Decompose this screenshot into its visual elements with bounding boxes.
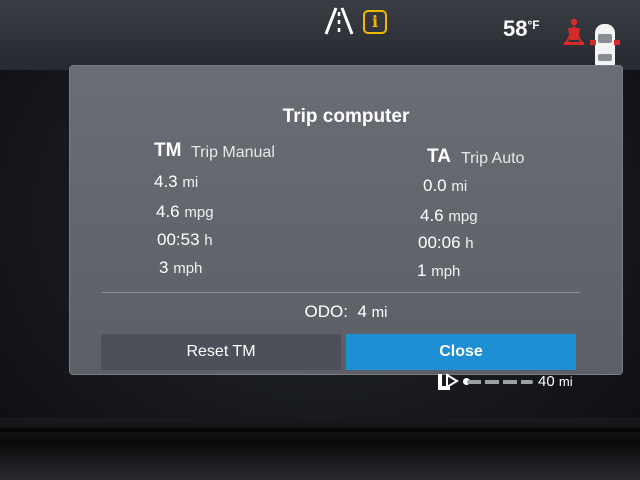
tm-distance-value: 4.3 <box>154 172 178 191</box>
nav-range-indicator: 40 mi <box>437 370 587 392</box>
ta-time-value: 00:06 <box>418 233 461 252</box>
reset-tm-button[interactable]: Reset TM <box>101 334 341 370</box>
range-text: 40 mi <box>538 373 573 390</box>
trip-auto-code: TA <box>427 146 451 167</box>
outside-temperature: 58°F <box>503 16 540 42</box>
tm-distance: 4.3 mi <box>154 172 198 192</box>
tm-time-unit: h <box>204 232 213 249</box>
tm-speed: 3 mph <box>159 258 202 278</box>
temperature-value: 58 <box>503 16 528 41</box>
range-bar <box>467 380 533 384</box>
odometer-value: 4 <box>357 302 367 321</box>
top-bezel <box>0 0 640 70</box>
tm-speed-unit: mph <box>173 260 203 277</box>
nav-route-icon <box>438 373 459 390</box>
odometer-unit: mi <box>371 304 388 321</box>
lane-assist-icon <box>324 7 354 35</box>
ta-distance: 0.0 mi <box>423 176 467 196</box>
dialog-title: Trip computer <box>282 106 410 127</box>
ta-time: 00:06 h <box>418 233 474 253</box>
tm-distance-unit: mi <box>182 174 199 191</box>
trip-auto-name: Trip Auto <box>461 150 525 167</box>
ta-distance-value: 0.0 <box>423 176 447 195</box>
odometer: ODO: 4 mi <box>70 302 622 322</box>
close-button[interactable]: Close <box>346 334 576 370</box>
temperature-unit: °F <box>527 18 540 32</box>
tm-speed-value: 3 <box>159 258 169 277</box>
tm-economy-unit: mpg <box>184 204 214 221</box>
ta-speed-unit: mph <box>431 263 461 280</box>
tm-time-value: 00:53 <box>157 230 200 249</box>
tm-time: 00:53 h <box>157 230 213 250</box>
trip-manual-code: TM <box>154 140 182 161</box>
dialog-divider <box>102 292 580 293</box>
trip-manual-name: Trip Manual <box>191 144 275 161</box>
tm-economy-value: 4.6 <box>156 202 180 221</box>
odometer-label: ODO: <box>304 302 348 321</box>
ta-economy-unit: mpg <box>448 208 478 225</box>
ta-speed: 1 mph <box>417 261 460 281</box>
tm-economy: 4.6 mpg <box>156 202 214 222</box>
info-icon[interactable]: i <box>363 10 387 34</box>
ta-economy: 4.6 mpg <box>420 206 478 226</box>
range-value: 40 <box>538 373 555 390</box>
ta-economy-value: 4.6 <box>420 206 444 225</box>
ta-distance-unit: mi <box>451 178 468 195</box>
bezel-divider <box>0 428 640 432</box>
range-unit: mi <box>558 374 573 389</box>
trip-computer-dialog: Trip computer TM Trip Manual TA Trip Aut… <box>70 66 622 374</box>
ta-speed-value: 1 <box>417 261 427 280</box>
seatbelt-warning-icon <box>564 18 584 45</box>
ta-time-unit: h <box>465 235 474 252</box>
